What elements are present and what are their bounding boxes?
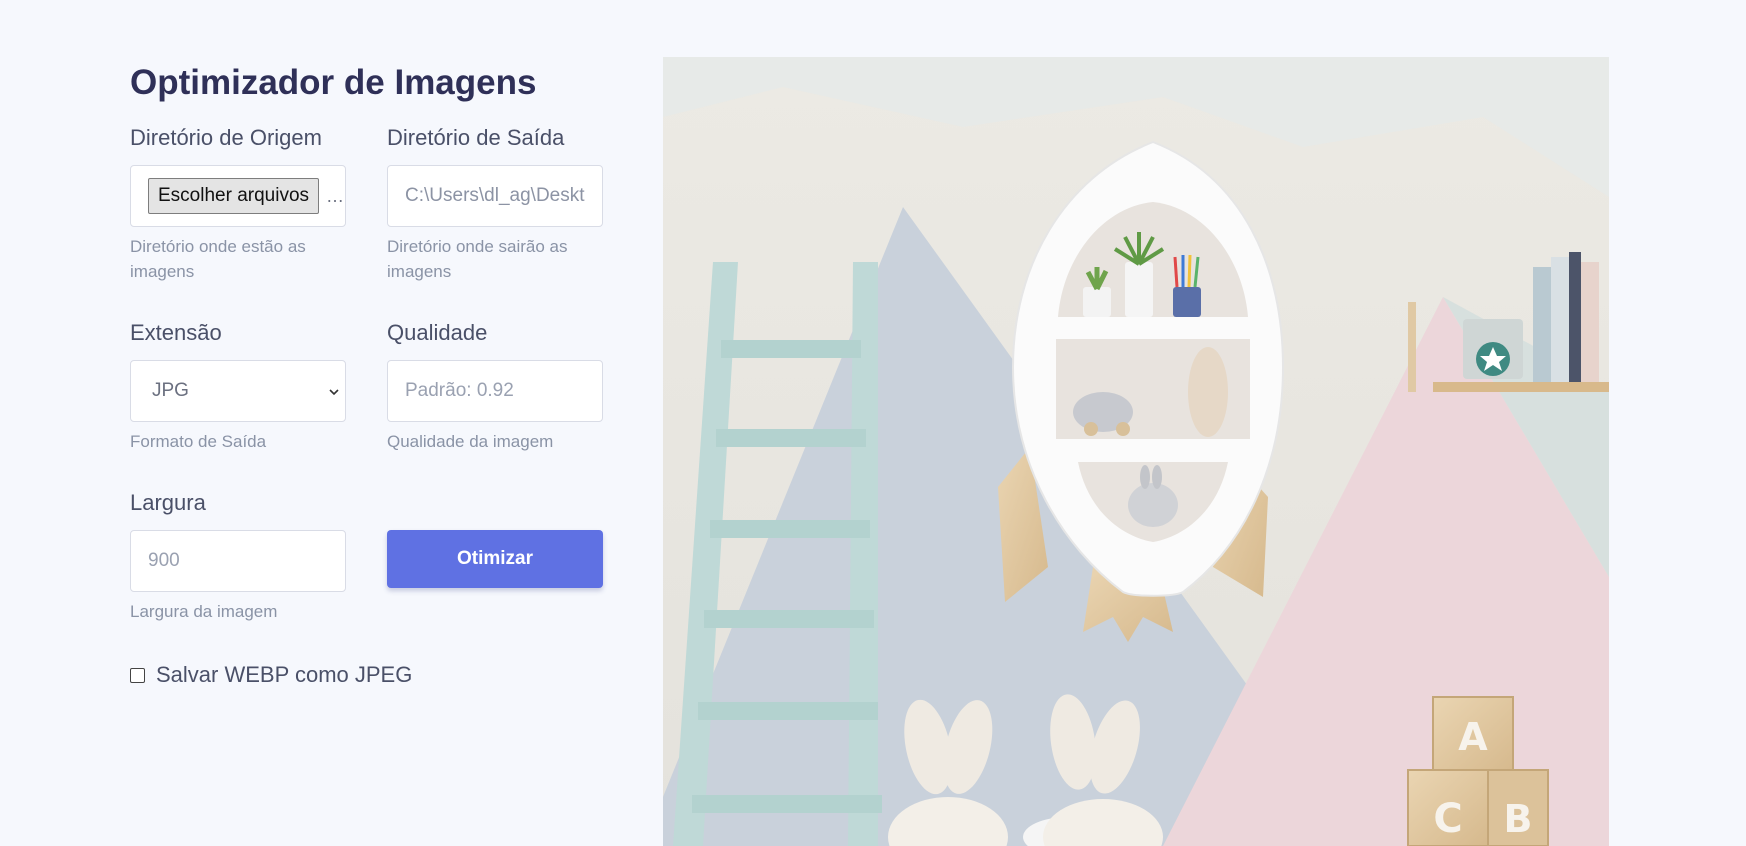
file-status-text: … [326,185,345,206]
output-dir-label: Diretório de Saída [387,125,565,150]
output-dir-field: Diretório de Saída Diretório onde sairão… [387,123,603,293]
output-dir-hint: Diretório onde sairão as imagens [387,237,568,281]
quality-label: Qualidade [387,320,488,345]
quality-field: Qualidade Qualidade da imagem [387,318,603,488]
format-row: Extensão JPG Formato de Saída Qualidade … [130,318,605,488]
width-hint: Largura da imagem [130,602,278,621]
extension-hint: Formato de Saída [130,432,267,451]
optimize-field: Otimizar [387,488,603,658]
preview-image: A C B [663,57,1609,846]
extension-label: Extensão [130,320,222,345]
quality-hint: Qualidade da imagem [387,432,554,451]
optimize-spacer [387,488,603,530]
width-label: Largura [130,490,206,515]
output-dir-input[interactable] [405,185,585,207]
extension-selected-value: JPG [152,380,189,401]
quality-input[interactable] [405,380,585,402]
nursery-illustration: A C B [663,57,1609,846]
page-title: Optimizador de Imagens [130,63,537,102]
optimize-button[interactable]: Otimizar [387,530,603,588]
output-dir-box [387,165,603,227]
width-box [130,530,346,592]
webp-checkbox[interactable] [130,667,145,683]
webp-checkbox-row[interactable]: Salvar WEBP como JPEG [130,662,605,688]
source-dir-hint: Diretório onde estão as imagens [130,237,306,281]
width-field: Largura Largura da imagem [130,488,346,658]
source-dir-field: Diretório de Origem Escolher arquivos … … [130,123,346,293]
width-input[interactable] [148,550,328,572]
extension-field: Extensão JPG Formato de Saída [130,318,346,488]
source-dir-label: Diretório de Origem [130,125,322,150]
webp-checkbox-label: Salvar WEBP como JPEG [156,662,413,687]
extension-select[interactable]: JPG [130,360,346,422]
block-letter-c: C [1433,796,1462,842]
width-row: Largura Largura da imagem Otimizar [130,488,605,658]
source-dir-file-input[interactable]: Escolher arquivos … [130,165,346,227]
quality-box [387,360,603,422]
chevron-down-icon [329,383,339,399]
block-letter-b: B [1504,797,1533,841]
choose-files-button[interactable]: Escolher arquivos [148,178,320,214]
block-letter-a: A [1458,715,1488,759]
optimizer-form: Optimizador de Imagens Diretório de Orig… [130,63,605,688]
directories-row: Diretório de Origem Escolher arquivos … … [130,123,605,293]
